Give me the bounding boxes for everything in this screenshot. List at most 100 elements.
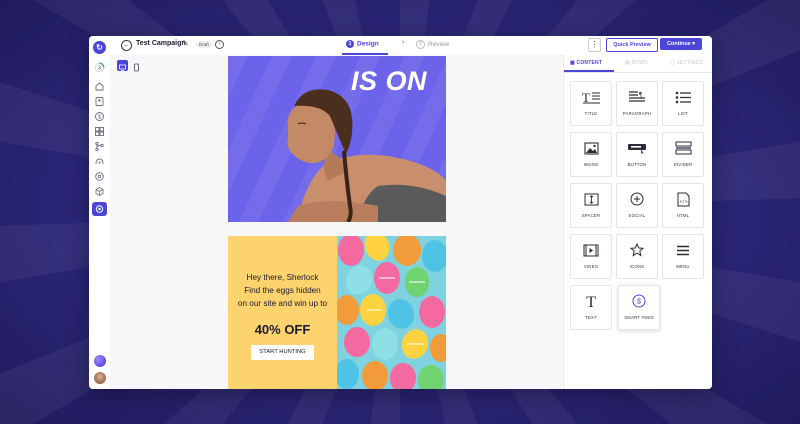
svg-text:$: $ bbox=[637, 299, 641, 306]
easter-eggs-image bbox=[337, 236, 446, 389]
active-tab-indicator bbox=[564, 70, 614, 72]
hero-image-block[interactable]: IS ON bbox=[228, 56, 446, 222]
contacts-icon[interactable] bbox=[94, 96, 105, 107]
block-social[interactable]: SOCIAL bbox=[616, 183, 658, 228]
block-label: LIST bbox=[678, 111, 688, 116]
social-icon bbox=[617, 190, 657, 208]
block-label: SPACER bbox=[581, 213, 601, 218]
dollar-icon[interactable]: $ bbox=[94, 111, 105, 122]
campaign-title: Test Campaign bbox=[136, 40, 186, 47]
block-list[interactable]: LIST bbox=[662, 81, 704, 126]
svg-text:T: T bbox=[586, 294, 596, 309]
step-number: 2 bbox=[416, 40, 425, 49]
app-logo-icon[interactable]: ↻ bbox=[93, 41, 106, 54]
promo-greeting: Hey there, Sherlock bbox=[246, 273, 319, 282]
video-icon bbox=[571, 241, 611, 259]
block-label: MENU bbox=[676, 264, 690, 269]
home-icon[interactable] bbox=[94, 81, 105, 92]
promo-block[interactable]: Hey there, Sherlock Find the eggs hidden… bbox=[228, 236, 446, 389]
tab-rows[interactable]: ▤ ROWS bbox=[625, 60, 648, 66]
user-avatar[interactable] bbox=[94, 372, 106, 384]
text-icon: T bbox=[571, 292, 611, 310]
title-icon: T bbox=[571, 88, 611, 106]
settings-icon[interactable] bbox=[92, 202, 107, 216]
continue-button[interactable]: Continue ▾ bbox=[660, 38, 702, 50]
block-paragraph[interactable]: ¶ PARAGRAPH bbox=[616, 81, 658, 126]
html-icon: </> bbox=[663, 190, 703, 208]
svg-text:T: T bbox=[582, 90, 590, 104]
image-icon bbox=[571, 139, 611, 157]
step-label: Review bbox=[428, 41, 450, 49]
more-options-button[interactable]: ⋮ bbox=[588, 38, 601, 52]
spacer-icon bbox=[571, 190, 611, 208]
block-label: ICONS bbox=[629, 264, 645, 269]
block-button[interactable]: BUTTON bbox=[616, 132, 658, 177]
block-spacer[interactable]: SPACER bbox=[570, 183, 612, 228]
start-hunting-button[interactable]: START HUNTING bbox=[251, 345, 314, 360]
block-image[interactable]: IMAGE bbox=[570, 132, 612, 177]
block-html[interactable]: </> HTML bbox=[662, 183, 704, 228]
block-title[interactable]: T TITLE bbox=[570, 81, 612, 126]
button-icon bbox=[617, 139, 657, 157]
content-panel: ▦ CONTENT ▤ ROWS ▢ SETTINGS T TITLE ¶ PA… bbox=[563, 55, 712, 389]
left-nav-rail: ↻ 3 $ bbox=[89, 36, 111, 389]
audience-icon[interactable] bbox=[94, 156, 105, 167]
info-icon[interactable]: i bbox=[215, 40, 224, 49]
step-review[interactable]: 2 Review bbox=[416, 40, 449, 49]
block-divider[interactable]: DIVIDER bbox=[662, 132, 704, 177]
cube-icon[interactable] bbox=[94, 186, 105, 197]
paragraph-icon: ¶ bbox=[617, 88, 657, 106]
flow-icon[interactable] bbox=[94, 141, 105, 152]
list-icon bbox=[663, 88, 703, 106]
block-label: TITLE bbox=[584, 111, 598, 116]
back-arrow-icon[interactable]: ← bbox=[121, 40, 132, 51]
draft-badge: Draft bbox=[196, 41, 212, 48]
email-canvas: IS ON Hey there, Sherlock Find the eggs … bbox=[110, 55, 562, 389]
block-label: SMART FEED bbox=[624, 315, 654, 320]
hero-headline: IS ON bbox=[351, 66, 428, 96]
block-label: SOCIAL bbox=[628, 213, 646, 218]
panel-tabs: ▦ CONTENT ▤ ROWS ▢ SETTINGS bbox=[564, 55, 712, 73]
block-smart-feed[interactable]: $ SMART FEED bbox=[618, 285, 660, 330]
divider-icon bbox=[663, 139, 703, 157]
app-window: ↻ 3 $ ← Test Campaign ✎ Draft i 1 Design… bbox=[89, 36, 712, 389]
assistant-orb-icon[interactable] bbox=[94, 355, 106, 367]
promo-line: Find the eggs hidden bbox=[244, 286, 321, 295]
tab-content[interactable]: ▦ CONTENT bbox=[570, 60, 602, 66]
tab-label: ROWS bbox=[631, 60, 648, 66]
svg-text:</>: </> bbox=[679, 199, 687, 205]
edit-pencil-icon[interactable]: ✎ bbox=[182, 39, 189, 48]
svg-text:$: $ bbox=[98, 115, 101, 121]
tab-label: SETTINGS bbox=[676, 60, 704, 66]
block-text[interactable]: T TEXT bbox=[570, 285, 612, 330]
block-icons[interactable]: ICONS bbox=[616, 234, 658, 279]
block-label: PARAGRAPH bbox=[622, 111, 652, 116]
block-label: TEXT bbox=[585, 315, 597, 320]
mobile-view-icon[interactable] bbox=[131, 60, 142, 72]
svg-text:3: 3 bbox=[98, 65, 101, 71]
block-label: VIDEO bbox=[583, 264, 599, 269]
step-design[interactable]: 1 Design bbox=[346, 40, 379, 48]
menu-icon bbox=[663, 241, 703, 259]
block-label: BUTTON bbox=[627, 162, 647, 167]
block-video[interactable]: VIDEO bbox=[570, 234, 612, 279]
block-label: IMAGE bbox=[583, 162, 599, 167]
step-number: 1 bbox=[346, 40, 354, 48]
tab-label: CONTENT bbox=[576, 60, 603, 66]
smart-feed-icon: $ bbox=[619, 292, 659, 310]
chevron-right-icon: › bbox=[402, 39, 405, 46]
step-label: Design bbox=[357, 40, 379, 48]
quick-preview-button[interactable]: Quick Preview bbox=[606, 38, 658, 52]
chat-icon[interactable] bbox=[94, 171, 105, 182]
tab-settings[interactable]: ▢ SETTINGS bbox=[670, 60, 703, 66]
promo-offer: 40% OFF bbox=[254, 322, 311, 337]
top-bar: ← Test Campaign ✎ Draft i 1 Design › 2 Rev… bbox=[110, 36, 712, 56]
progress-ring-icon[interactable]: 3 bbox=[94, 62, 105, 73]
promo-line: on our site and win up to bbox=[237, 299, 328, 308]
block-label: DIVIDER bbox=[673, 162, 693, 167]
block-label: HTML bbox=[676, 213, 690, 218]
templates-icon[interactable] bbox=[94, 126, 105, 137]
desktop-view-icon[interactable] bbox=[117, 60, 128, 71]
star-icon bbox=[617, 241, 657, 259]
block-menu[interactable]: MENU bbox=[662, 234, 704, 279]
